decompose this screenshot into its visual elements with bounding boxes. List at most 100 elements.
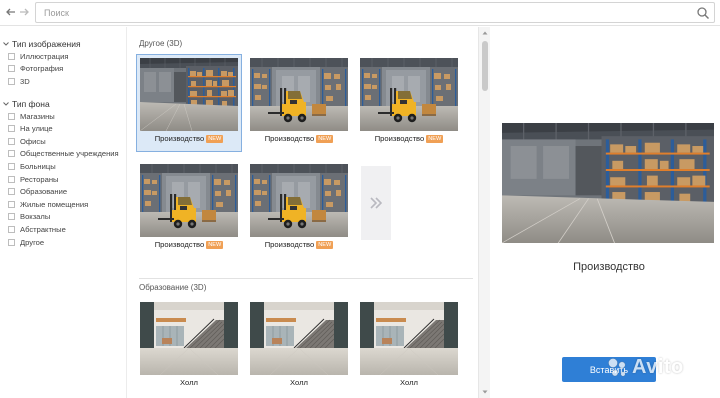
card-caption: Холл — [137, 378, 241, 387]
background-card[interactable]: Производство NEW — [136, 54, 242, 152]
card-label: Производство — [264, 240, 315, 249]
new-badge: NEW — [426, 135, 444, 143]
section-title: Другое (3D) — [139, 39, 183, 48]
preview-panel: Производство Вставить Avito — [491, 27, 720, 398]
background-gallery: Другое (3D) Производство NEW Производство… — [126, 27, 478, 398]
checkbox[interactable] — [8, 162, 15, 170]
checkbox[interactable] — [8, 175, 15, 183]
filter-option-label: Другое — [20, 237, 45, 247]
thumbnail-forklift — [250, 164, 348, 237]
filter-option[interactable]: Больницы — [0, 160, 124, 173]
search-icon[interactable] — [696, 6, 710, 20]
filter-sidebar: Тип изображения Иллюстрация Фотография 3… — [0, 27, 124, 398]
filter-option[interactable]: 3D — [0, 75, 124, 88]
top-bar — [0, 0, 720, 26]
filter-option[interactable]: Магазины — [0, 110, 124, 123]
new-badge: NEW — [206, 241, 224, 249]
chevron-down-icon — [3, 101, 9, 106]
filter-option[interactable]: Рестораны — [0, 173, 124, 186]
checkbox[interactable] — [8, 213, 15, 221]
filter-option-label: Офисы — [20, 136, 46, 146]
background-card[interactable]: Производство NEW — [137, 161, 241, 257]
preview-title: Производство — [573, 261, 645, 273]
card-label: Холл — [290, 378, 308, 387]
background-card[interactable]: Холл — [357, 299, 461, 395]
card-label: Производство — [374, 134, 425, 143]
thumbnail-shelves — [140, 58, 238, 131]
filter-option[interactable]: Офисы — [0, 135, 124, 148]
section-divider — [139, 278, 473, 279]
background-card[interactable]: Холл — [137, 299, 241, 395]
filter-option[interactable]: Вокзалы — [0, 211, 124, 224]
filter-group-toggle[interactable]: Тип изображения — [0, 38, 124, 50]
checkbox[interactable] — [8, 238, 15, 246]
section-title: Образование (3D) — [139, 283, 207, 292]
avito-logo-icon — [608, 357, 626, 377]
filter-option[interactable]: Абстрактные — [0, 223, 124, 236]
scroll-up-icon[interactable] — [482, 30, 488, 36]
watermark-text: Avito — [632, 356, 684, 378]
background-card[interactable]: Производство NEW — [357, 55, 461, 151]
filter-option-label: Магазины — [20, 111, 55, 121]
arrow-right-icon — [20, 8, 29, 16]
filter-option-label: Общественные учреждения — [20, 149, 119, 159]
avito-watermark: Avito — [607, 356, 684, 379]
card-caption: Холл — [247, 378, 351, 387]
filter-option-label: 3D — [20, 76, 30, 86]
new-badge: NEW — [316, 135, 334, 143]
filter-option[interactable]: На улице — [0, 122, 124, 135]
card-label: Производство — [154, 240, 205, 249]
filter-option-label: Абстрактные — [20, 224, 66, 234]
checkbox[interactable] — [8, 200, 15, 208]
search-box — [35, 2, 715, 23]
preview-image — [502, 123, 714, 243]
checkbox[interactable] — [8, 65, 15, 73]
card-label: Холл — [180, 378, 198, 387]
card-caption: Производство NEW — [357, 134, 461, 143]
checkbox[interactable] — [8, 137, 15, 145]
checkbox[interactable] — [8, 188, 15, 196]
filter-option-label: Жилые помещения — [20, 199, 89, 209]
search-input[interactable] — [36, 3, 676, 23]
scroll-down-icon[interactable] — [482, 389, 488, 395]
card-caption: Производство NEW — [247, 240, 351, 249]
checkbox[interactable] — [8, 225, 15, 233]
filter-group-toggle[interactable]: Тип фона — [0, 98, 124, 110]
thumbnail-hall — [250, 302, 348, 375]
gallery-scrollbar[interactable] — [478, 27, 490, 398]
filter-group-background-type: Тип фона Магазины На улице Офисы Обществ… — [0, 98, 124, 249]
card-caption: Производство NEW — [137, 134, 241, 143]
filter-option-label: Рестораны — [20, 174, 59, 184]
show-more-button[interactable] — [361, 166, 391, 240]
filter-option[interactable]: Другое — [0, 236, 124, 249]
background-card[interactable]: Производство NEW — [247, 161, 351, 257]
background-card[interactable]: Производство NEW — [247, 55, 351, 151]
card-caption: Холл — [357, 378, 461, 387]
card-label: Производство — [264, 134, 315, 143]
new-badge: NEW — [316, 241, 334, 249]
forward-button[interactable] — [16, 4, 32, 20]
filter-option[interactable]: Образование — [0, 185, 124, 198]
card-label: Производство — [154, 134, 205, 143]
card-label: Холл — [400, 378, 418, 387]
checkbox[interactable] — [8, 125, 15, 133]
thumbnail-hall — [360, 302, 458, 375]
new-badge: NEW — [206, 135, 224, 143]
filter-option[interactable]: Иллюстрация — [0, 50, 124, 63]
checkbox[interactable] — [8, 112, 15, 120]
thumbnail-hall — [140, 302, 238, 375]
checkbox[interactable] — [8, 150, 15, 158]
filter-option-label: Вокзалы — [20, 212, 51, 222]
scrollbar-thumb[interactable] — [482, 41, 488, 91]
filter-option-label: Образование — [20, 187, 68, 197]
card-caption: Производство NEW — [247, 134, 351, 143]
filter-option[interactable]: Общественные учреждения — [0, 148, 124, 161]
background-card[interactable]: Холл — [247, 299, 351, 395]
filter-option-label: Больницы — [20, 161, 56, 171]
filter-option-label: Иллюстрация — [20, 51, 69, 61]
filter-group-image-type: Тип изображения Иллюстрация Фотография 3… — [0, 38, 124, 88]
filter-option[interactable]: Жилые помещения — [0, 198, 124, 211]
checkbox[interactable] — [8, 52, 15, 60]
filter-option[interactable]: Фотография — [0, 63, 124, 76]
checkbox[interactable] — [8, 77, 15, 85]
